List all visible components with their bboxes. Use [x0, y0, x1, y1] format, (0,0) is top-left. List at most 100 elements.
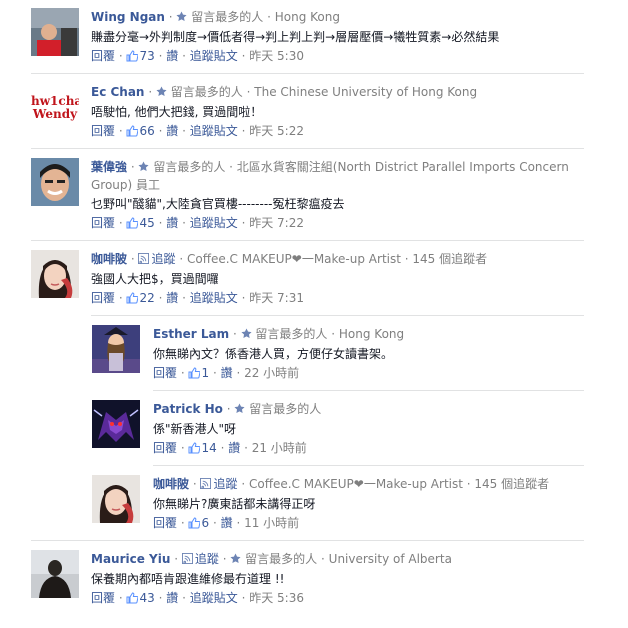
follow-post-link[interactable]: 追蹤貼文 — [190, 291, 238, 305]
affiliation[interactable]: Coffee.C MAKEUP❤一Make-up Artist — [249, 477, 463, 491]
follow-post-link[interactable]: 追蹤貼文 — [190, 216, 238, 230]
thumbs-up-icon — [188, 517, 201, 529]
reply-link[interactable]: 回覆 — [91, 124, 115, 138]
top-commenter-badge: 留言最多的人 — [245, 552, 318, 566]
reply-link[interactable]: 回覆 — [153, 516, 177, 530]
avatar[interactable] — [31, 250, 79, 298]
reply-link[interactable]: 回覆 — [91, 291, 115, 305]
divider — [153, 465, 584, 466]
follow-link[interactable]: 追蹤 — [213, 477, 237, 491]
thumbs-up-icon — [126, 592, 139, 604]
divider — [153, 390, 584, 391]
follow-post-link[interactable]: 追蹤貼文 — [190, 49, 238, 63]
timestamp[interactable]: 昨天 7:22 — [249, 216, 304, 230]
timestamp[interactable]: 昨天 5:22 — [249, 124, 304, 138]
author-name[interactable]: Wing Ngan — [91, 10, 165, 24]
avatar[interactable] — [31, 8, 79, 56]
top-commenter-badge: 留言最多的人 — [249, 402, 322, 416]
follow-post-link[interactable]: 追蹤貼文 — [190, 591, 238, 605]
timestamp[interactable]: 22 小時前 — [244, 366, 299, 380]
comment-header: Ec Chan · 留言最多的人 · The Chinese Universit… — [91, 85, 478, 99]
reply-link[interactable]: 回覆 — [153, 366, 177, 380]
comment-actions: 回覆 · 14 · 讚 · 21 小時前 — [153, 441, 307, 455]
affiliation[interactable]: Hong Kong — [339, 327, 404, 341]
timestamp[interactable]: 11 小時前 — [244, 516, 299, 530]
author-name[interactable]: Patrick Ho — [153, 402, 223, 416]
like-link[interactable]: 讚 — [166, 49, 178, 63]
avatar[interactable]: hw1chan Wendy — [31, 86, 79, 134]
like-count[interactable]: 66 — [139, 124, 154, 138]
affiliation[interactable]: University of Alberta — [329, 552, 452, 566]
avatar[interactable] — [92, 400, 140, 448]
author-name[interactable]: Esther Lam — [153, 327, 229, 341]
star-icon — [234, 403, 245, 413]
follow-icon — [181, 553, 193, 564]
author-name[interactable]: 咖啡陂 — [153, 477, 189, 491]
avatar[interactable] — [31, 158, 79, 206]
reply-link[interactable]: 回覆 — [91, 49, 115, 63]
thumbs-up-icon — [126, 50, 139, 62]
star-icon — [241, 328, 252, 338]
follow-link[interactable]: 追蹤 — [151, 252, 175, 266]
divider — [31, 73, 584, 74]
comment-header: Maurice Yiu · 追蹤 · 留言最多的人 · University o… — [91, 552, 452, 566]
affiliation[interactable]: The Chinese University of Hong Kong — [254, 85, 477, 99]
like-link[interactable]: 讚 — [166, 591, 178, 605]
avatar[interactable] — [92, 325, 140, 373]
comment-text: 強國人大把$，買過間囉 — [91, 272, 219, 286]
follow-post-link[interactable]: 追蹤貼文 — [190, 124, 238, 138]
comment-text: 保養期內都唔肯跟進維修最冇道理 !! — [91, 572, 285, 586]
comment-header: Patrick Ho · 留言最多的人 — [153, 402, 322, 416]
comment-header: 咖啡陂 · 追蹤 · Coffee.C MAKEUP❤一Make-up Arti… — [91, 252, 488, 266]
timestamp[interactable]: 昨天 7:31 — [249, 291, 304, 305]
reply-link[interactable]: 回覆 — [153, 441, 177, 455]
affiliation[interactable]: Hong Kong — [275, 10, 340, 24]
comment-text: 乜野叫"醆貓",大陸貪官買樓--------冤枉黎瘟疫去 — [91, 197, 345, 211]
thumbs-up-icon — [188, 442, 201, 454]
like-count[interactable]: 14 — [201, 441, 216, 455]
like-count[interactable]: 6 — [201, 516, 209, 530]
comment-actions: 回覆 · 1 · 讚 · 22 小時前 — [153, 366, 300, 380]
author-name[interactable]: Ec Chan — [91, 85, 144, 99]
star-icon — [138, 161, 150, 171]
timestamp[interactable]: 昨天 5:30 — [249, 49, 304, 63]
avatar[interactable] — [31, 550, 79, 598]
comment-actions: 回覆 · 6 · 讚 · 11 小時前 — [153, 516, 300, 530]
comment-text: 賺盡分毫→外判制度→價低者得→判上判上判→層層壓價→犧牲質素→必然結果 — [91, 30, 500, 44]
comment-actions: 回覆 · 73 · 讚 · 追蹤貼文 · 昨天 5:30 — [91, 49, 304, 63]
reply-link[interactable]: 回覆 — [91, 591, 115, 605]
comment-header: 咖啡陂 · 追蹤 · Coffee.C MAKEUP❤一Make-up Arti… — [153, 477, 550, 491]
like-count[interactable]: 22 — [139, 291, 154, 305]
like-link[interactable]: 讚 — [221, 366, 233, 380]
like-count[interactable]: 43 — [139, 591, 154, 605]
timestamp[interactable]: 21 小時前 — [252, 441, 307, 455]
top-commenter-badge: 留言最多的人 — [255, 327, 328, 341]
comment-header: 葉偉強 · 留言最多的人 · 北區水貨客關注組(North District P… — [91, 160, 569, 174]
affiliation-continued[interactable]: Group) 員工 — [91, 177, 160, 193]
thumbs-up-icon — [126, 125, 139, 137]
avatar-text: Wendy — [32, 107, 78, 121]
author-name[interactable]: 咖啡陂 — [91, 252, 127, 266]
comment-header: Esther Lam · 留言最多的人 · Hong Kong — [153, 327, 405, 341]
star-icon — [156, 86, 167, 96]
affiliation[interactable]: Coffee.C MAKEUP❤一Make-up Artist — [187, 252, 401, 266]
like-link[interactable]: 讚 — [166, 124, 178, 138]
avatar[interactable] — [92, 475, 140, 523]
thumbs-up-icon — [126, 217, 139, 229]
like-count[interactable]: 73 — [139, 49, 154, 63]
like-count[interactable]: 45 — [139, 216, 154, 230]
like-link[interactable]: 讚 — [221, 516, 233, 530]
divider — [31, 540, 584, 541]
like-link[interactable]: 讚 — [228, 441, 240, 455]
follow-link[interactable]: 追蹤 — [195, 552, 219, 566]
like-count[interactable]: 1 — [201, 366, 209, 380]
affiliation[interactable]: 北區水貨客關注組(North District Parallel Imports… — [237, 160, 569, 174]
thumbs-up-icon — [126, 292, 139, 304]
timestamp[interactable]: 昨天 5:36 — [249, 591, 304, 605]
author-name[interactable]: Maurice Yiu — [91, 552, 170, 566]
like-link[interactable]: 讚 — [166, 216, 178, 230]
author-name[interactable]: 葉偉強 — [91, 160, 127, 174]
reply-link[interactable]: 回覆 — [91, 216, 115, 230]
like-link[interactable]: 讚 — [166, 291, 178, 305]
follow-icon — [138, 253, 150, 264]
